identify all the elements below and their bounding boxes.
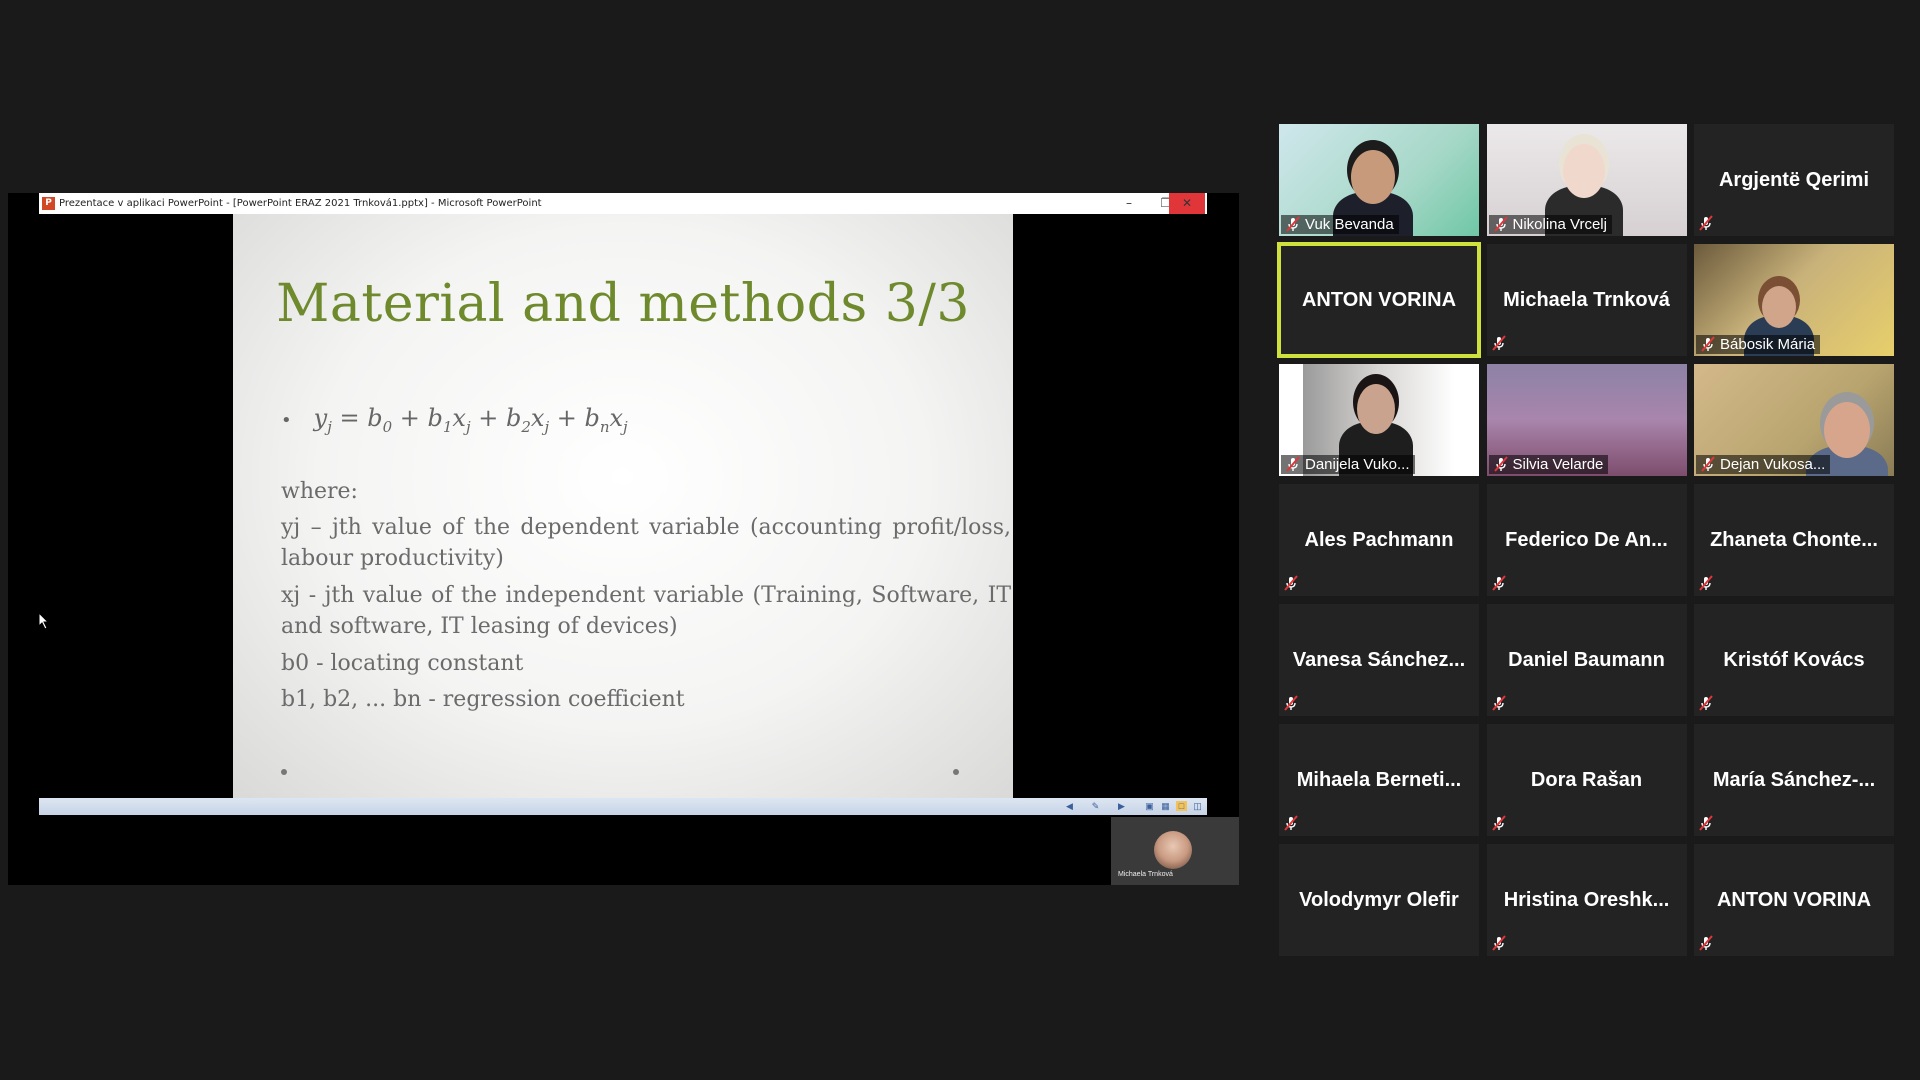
close-icon: ✕ xyxy=(1169,193,1205,214)
powerpoint-app-icon: P xyxy=(42,197,55,210)
muted-mic-icon xyxy=(1698,575,1714,591)
participant-tile[interactable]: Nikolina Vrcelj xyxy=(1486,124,1687,236)
normal-view-icon: ▣ xyxy=(1145,801,1154,811)
participant-tile[interactable]: Danijela Vuko... xyxy=(1279,364,1479,476)
participant-tile[interactable]: Hristina Oreshk... xyxy=(1486,844,1687,956)
slide-dot-right xyxy=(953,769,959,775)
participant-tile[interactable]: Kristóf Kovács xyxy=(1694,604,1894,716)
next-slide-icon: ▶ xyxy=(1118,801,1125,811)
participant-tile[interactable]: Zhaneta Chonte... xyxy=(1694,484,1894,596)
yj-definition: yj – jth value of the dependent variable… xyxy=(281,515,1011,571)
participant-name: ANTON VORINA xyxy=(1301,288,1457,311)
muted-mic-icon xyxy=(1283,815,1299,831)
participant-tile[interactable]: Argjentë Qerimi xyxy=(1694,124,1894,236)
muted-mic-icon xyxy=(1698,815,1714,831)
muted-mic-icon xyxy=(1491,815,1507,831)
participant-name: Vuk Bevanda xyxy=(1281,215,1399,234)
participant-face xyxy=(1824,402,1870,458)
participant-tile[interactable]: ANTON VORINA xyxy=(1277,242,1481,358)
muted-mic-icon xyxy=(1491,935,1507,951)
slide: Material and methods 3/3 • yj = b0 + b1xj… xyxy=(233,214,1013,798)
pen-icon: ✎ xyxy=(1091,801,1100,811)
participant-face xyxy=(1562,144,1605,198)
participant-name: Michaela Trnková xyxy=(1503,288,1670,311)
participant-name: Argjentë Qerimi xyxy=(1718,168,1870,191)
powerpoint-statusbar: ◀ ✎ ▶ ▣ ▦ □ ◫ xyxy=(39,798,1207,815)
muted-mic-icon xyxy=(1491,335,1507,351)
participant-name: Dora Rašan xyxy=(1530,768,1643,791)
participant-name: María Sánchez-... xyxy=(1712,768,1876,791)
muted-mic-icon xyxy=(1283,695,1299,711)
participant-name: ANTON VORINA xyxy=(1716,888,1872,911)
muted-mic-icon xyxy=(1491,575,1507,591)
window-title: Prezentace v aplikaci PowerPoint - [Powe… xyxy=(59,198,542,209)
presenter-thumbnail[interactable]: Michaela Trnková xyxy=(1111,817,1239,885)
participant-tile[interactable]: Michaela Trnková xyxy=(1486,244,1687,356)
participant-tile[interactable]: María Sánchez-... xyxy=(1694,724,1894,836)
muted-mic-icon xyxy=(1493,456,1509,472)
participant-tile[interactable]: Bábosik Mária xyxy=(1694,244,1894,356)
muted-mic-icon xyxy=(1700,336,1716,352)
participant-name: Vanesa Sánchez... xyxy=(1292,648,1466,671)
regression-formula: • yj = b0 + b1xj + b2xj + bnxj xyxy=(281,404,628,436)
bullet-point-icon: • xyxy=(281,410,292,431)
participant-name: Zhaneta Chonte... xyxy=(1710,528,1878,551)
participant-name: Silvia Velarde xyxy=(1488,455,1609,474)
participant-name: Ales Pachmann xyxy=(1304,528,1454,551)
participant-tile[interactable]: Federico De An... xyxy=(1486,484,1687,596)
participant-tile[interactable]: Ales Pachmann xyxy=(1279,484,1479,596)
muted-mic-icon xyxy=(1698,215,1714,231)
muted-mic-icon xyxy=(1285,456,1301,472)
participant-name: Kristóf Kovács xyxy=(1723,648,1865,671)
participant-name: Hristina Oreshk... xyxy=(1503,888,1670,911)
xj-definition: xj - jth value of the independent variab… xyxy=(281,583,1011,639)
participant-name: Federico De An... xyxy=(1505,528,1668,551)
participant-face xyxy=(1351,150,1395,204)
muted-mic-icon xyxy=(1285,216,1301,232)
participant-tile[interactable]: Vuk Bevanda xyxy=(1279,124,1479,236)
participant-name: Dejan Vukosa... xyxy=(1696,455,1831,474)
muted-mic-icon xyxy=(1491,695,1507,711)
minimize-icon: – xyxy=(1126,196,1132,210)
participant-tile[interactable]: Vanesa Sánchez... xyxy=(1279,604,1479,716)
participant-name: Volodymyr Olefir xyxy=(1299,888,1459,911)
participant-tile[interactable]: Dejan Vukosa... xyxy=(1694,364,1894,476)
where-label: where: xyxy=(281,479,358,504)
participant-face xyxy=(1357,384,1395,434)
participant-name: Daniel Baumann xyxy=(1508,648,1665,671)
participant-name: Mihaela Berneti... xyxy=(1296,768,1462,791)
participant-face xyxy=(1762,286,1796,328)
participant-tile[interactable]: Daniel Baumann xyxy=(1486,604,1687,716)
participant-tile[interactable]: Mihaela Berneti... xyxy=(1279,724,1479,836)
muted-mic-icon xyxy=(1700,456,1716,472)
presenter-name: Michaela Trnková xyxy=(1118,871,1173,878)
b1-definition: b1, b2, ... bn - regression coefficient xyxy=(281,687,685,712)
sorter-view-icon: ▦ xyxy=(1161,801,1170,811)
mouse-cursor-icon xyxy=(38,612,50,630)
prev-slide-icon: ◀ xyxy=(1066,801,1073,811)
slide-title: Material and methods 3/3 xyxy=(276,274,970,334)
reading-view-icon: □ xyxy=(1176,801,1187,811)
participant-tile[interactable]: Dora Rašan xyxy=(1486,724,1687,836)
slide-dot-left xyxy=(281,769,287,775)
slideshow-icon: ◫ xyxy=(1193,801,1202,811)
participant-tile[interactable]: ANTON VORINA xyxy=(1694,844,1894,956)
participant-name: Danijela Vuko... xyxy=(1281,455,1415,474)
powerpoint-titlebar: P Prezentace v aplikaci PowerPoint - [Po… xyxy=(39,193,1207,214)
b0-definition: b0 - locating constant xyxy=(281,651,524,676)
participant-name: Bábosik Mária xyxy=(1696,335,1821,354)
muted-mic-icon xyxy=(1698,935,1714,951)
muted-mic-icon xyxy=(1283,575,1299,591)
participant-tile[interactable]: Volodymyr Olefir xyxy=(1279,844,1479,956)
participant-name: Nikolina Vrcelj xyxy=(1488,215,1612,234)
muted-mic-icon xyxy=(1698,695,1714,711)
presenter-avatar xyxy=(1154,831,1192,869)
muted-mic-icon xyxy=(1493,216,1509,232)
participant-tile[interactable]: Silvia Velarde xyxy=(1486,364,1687,476)
